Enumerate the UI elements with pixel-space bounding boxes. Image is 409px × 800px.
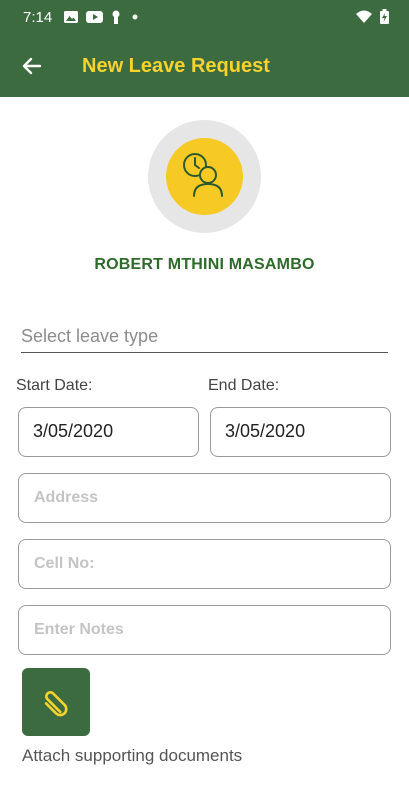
address-placeholder: Address xyxy=(34,489,99,506)
back-button[interactable] xyxy=(18,52,46,80)
notes-placeholder: Enter Notes xyxy=(34,621,124,638)
end-date-label: End Date: xyxy=(208,377,280,394)
leave-type-placeholder: Select leave type xyxy=(21,326,159,346)
app-bar: New Leave Request xyxy=(0,34,409,97)
start-date-value: 3/05/2020 xyxy=(33,421,114,441)
start-date-label: Start Date: xyxy=(16,377,93,394)
image-icon xyxy=(64,11,78,23)
cell-number-placeholder: Cell No: xyxy=(34,555,95,572)
paperclip-icon xyxy=(44,691,68,717)
avatar-badge xyxy=(166,138,243,215)
status-icons-left xyxy=(64,10,141,24)
start-date-field[interactable]: 3/05/2020 xyxy=(18,407,199,457)
notes-input[interactable]: Enter Notes xyxy=(18,605,391,655)
status-bar: 7:14 xyxy=(0,0,409,34)
attach-documents-label: Attach supporting documents xyxy=(22,746,243,765)
battery-icon xyxy=(380,9,389,24)
user-name: ROBERT MTHINI MASAMBO xyxy=(94,256,315,273)
attach-button[interactable] xyxy=(22,668,90,736)
address-input[interactable]: Address xyxy=(18,473,391,523)
status-time: 7:14 xyxy=(23,9,53,26)
leave-type-select[interactable]: Select leave type xyxy=(21,320,388,353)
end-date-value: 3/05/2020 xyxy=(225,421,306,441)
youtube-icon xyxy=(86,11,103,23)
status-icons-right xyxy=(356,9,389,24)
arrow-left-icon xyxy=(22,57,42,75)
page-title: New Leave Request xyxy=(82,55,270,77)
wifi-icon xyxy=(356,10,372,23)
end-date-field[interactable]: 3/05/2020 xyxy=(210,407,391,457)
avatar xyxy=(148,120,261,233)
cell-number-input[interactable]: Cell No: xyxy=(18,539,391,589)
dot-icon xyxy=(132,14,138,20)
keyhole-icon xyxy=(112,10,120,24)
user-clock-icon xyxy=(183,153,223,197)
